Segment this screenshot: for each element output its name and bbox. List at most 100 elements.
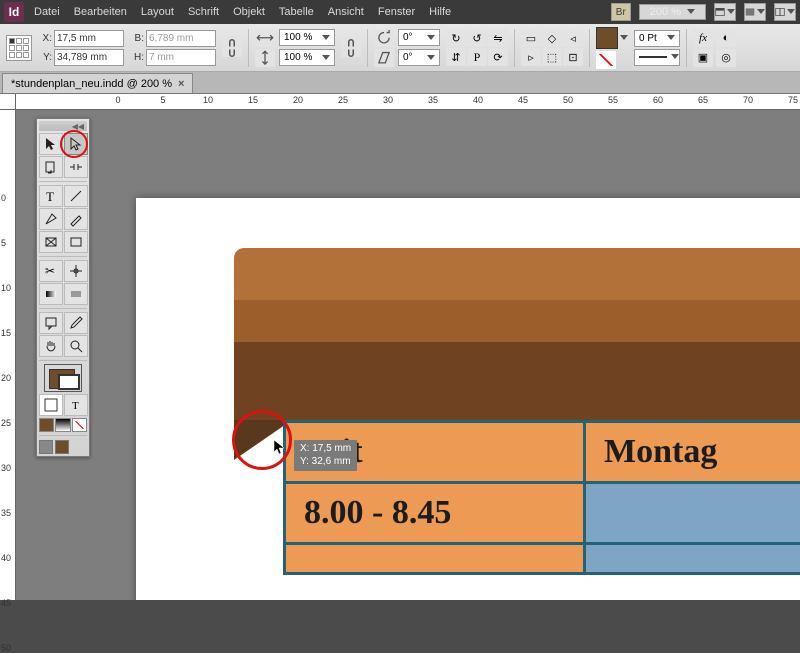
menu-help[interactable]: Hilfe xyxy=(429,6,451,18)
table-header-graphic xyxy=(234,248,800,420)
content-icon[interactable]: ◇ xyxy=(542,29,562,47)
gap-tool[interactable] xyxy=(64,156,88,178)
gradient-feather-tool[interactable] xyxy=(64,283,88,305)
arrange-button[interactable] xyxy=(774,3,796,21)
y-input[interactable]: 34,789 mm xyxy=(54,49,124,66)
normal-view-icon[interactable] xyxy=(39,440,53,454)
chevron-down-icon xyxy=(687,9,695,15)
transform-tool[interactable] xyxy=(64,260,88,282)
fill-stroke-swatch[interactable] xyxy=(44,364,82,392)
annotation-circle-tool xyxy=(60,130,88,158)
panel-grip[interactable]: ◀◀ xyxy=(39,121,87,131)
preview-view-icon[interactable] xyxy=(55,440,69,454)
flip-h-icon[interactable]: ⇋ xyxy=(488,29,508,47)
menu-layout[interactable]: Layout xyxy=(141,6,174,18)
cursor-icon xyxy=(272,438,290,456)
bridge-button[interactable]: Br xyxy=(611,3,631,21)
timetable: Zeit Montag 8.00 - 8.45 xyxy=(283,420,800,575)
rotate-input[interactable]: 0° xyxy=(398,29,440,46)
width-input[interactable]: 6,789 mm xyxy=(146,30,216,47)
note-tool[interactable] xyxy=(39,312,63,334)
pen-tool[interactable] xyxy=(39,208,63,230)
fill-swatch[interactable] xyxy=(596,27,618,49)
fx-icon[interactable]: fx xyxy=(693,29,713,47)
pencil-tool[interactable] xyxy=(64,208,88,230)
loop-icon[interactable]: ⟳ xyxy=(488,48,508,66)
stroke-weight-input[interactable]: 0 Pt xyxy=(634,30,680,47)
rotate-cw-icon[interactable]: ↻ xyxy=(446,29,466,47)
x-label: X: xyxy=(38,33,52,44)
vertical-ruler[interactable]: 05101520253035404550 xyxy=(0,110,16,600)
apply-none-icon[interactable] xyxy=(72,418,87,432)
chevron-down-icon[interactable] xyxy=(620,35,628,41)
cursor-position-tooltip: X: 17,5 mm Y: 32,6 mm xyxy=(294,440,357,471)
gradient-swatch-tool[interactable] xyxy=(39,283,63,305)
canvas[interactable]: Zeit Montag 8.00 - 8.45 X: 17,5 mm Y: 32… xyxy=(16,110,800,600)
horizontal-ruler[interactable]: 0510152025303540455055606570758085 xyxy=(16,94,800,110)
child-icon[interactable]: ⊡ xyxy=(563,48,583,66)
link-wh-icon[interactable] xyxy=(222,39,242,57)
zoom-tool[interactable] xyxy=(64,335,88,357)
no-fill-icon[interactable] xyxy=(596,51,616,69)
line-tool[interactable] xyxy=(64,185,88,207)
color-mode-row xyxy=(39,418,87,432)
menu-object[interactable]: Objekt xyxy=(233,6,265,18)
cell-mon-1 xyxy=(585,483,800,544)
parent-icon[interactable]: ⬚ xyxy=(542,48,562,66)
view-mode-button[interactable] xyxy=(714,3,736,21)
shear-input[interactable]: 0° xyxy=(398,49,440,66)
p-icon[interactable]: P xyxy=(467,48,487,66)
rectangle-frame-tool[interactable] xyxy=(39,231,63,253)
ruler-origin[interactable] xyxy=(0,94,16,110)
link-scale-icon[interactable] xyxy=(341,39,361,57)
menu-window[interactable]: Fenster xyxy=(378,6,415,18)
formatting-container-icon[interactable] xyxy=(39,394,63,416)
menu-type[interactable]: Schrift xyxy=(188,6,219,18)
control-bar: X:17,5 mm Y:34,789 mm B:6,789 mm H:7 mm … xyxy=(0,24,800,72)
wrap-around-icon[interactable]: ◎ xyxy=(716,49,736,67)
zoom-level[interactable]: 200 % xyxy=(639,4,706,20)
cell-time-2 xyxy=(285,544,585,574)
opacity-icon[interactable]: ◐ xyxy=(716,29,736,47)
menu-view[interactable]: Ansicht xyxy=(328,6,364,18)
h-label: H: xyxy=(130,52,144,63)
type-tool[interactable]: T xyxy=(39,185,63,207)
screen-mode-button[interactable] xyxy=(744,3,766,21)
apply-color-icon[interactable] xyxy=(39,418,54,432)
reference-point[interactable] xyxy=(6,35,32,61)
rotate-ccw-icon[interactable]: ↺ xyxy=(467,29,487,47)
scale-x-input[interactable]: 100 % xyxy=(279,29,335,46)
prev-icon[interactable]: ◃ xyxy=(563,29,583,47)
wrap-none-icon[interactable]: ▣ xyxy=(693,49,713,67)
stroke-style-input[interactable] xyxy=(634,49,680,66)
document-tab[interactable]: *stundenplan_neu.indd @ 200 % × xyxy=(2,73,193,93)
chevron-down-icon xyxy=(427,35,435,41)
document-tab-bar: *stundenplan_neu.indd @ 200 % × xyxy=(0,72,800,94)
document-tab-label: *stundenplan_neu.indd @ 200 % xyxy=(11,78,172,90)
menu-file[interactable]: Datei xyxy=(34,6,60,18)
close-icon[interactable]: × xyxy=(178,78,184,90)
formatting-text-icon[interactable]: T xyxy=(64,394,88,416)
next-icon[interactable]: ▹ xyxy=(521,48,541,66)
container-icon[interactable]: ▭ xyxy=(521,29,541,47)
svg-text:T: T xyxy=(46,189,54,204)
rectangle-tool[interactable] xyxy=(64,231,88,253)
w-label: B: xyxy=(130,33,144,44)
menu-table[interactable]: Tabelle xyxy=(279,6,314,18)
main-menu: Datei Bearbeiten Layout Schrift Objekt T… xyxy=(34,6,451,18)
apply-gradient-icon[interactable] xyxy=(55,418,70,432)
app-logo: Id xyxy=(4,2,24,22)
x-input[interactable]: 17,5 mm xyxy=(54,30,124,47)
scale-y-input[interactable]: 100 % xyxy=(279,49,335,66)
height-input[interactable]: 7 mm xyxy=(146,49,216,66)
tools-panel[interactable]: ◀◀ T ✂ T xyxy=(36,118,90,457)
flip-v-icon[interactable]: ⇵ xyxy=(446,48,466,66)
scissors-tool[interactable]: ✂ xyxy=(39,260,63,282)
titlebar: Id Datei Bearbeiten Layout Schrift Objek… xyxy=(0,0,800,24)
hand-tool[interactable] xyxy=(39,335,63,357)
chevron-down-icon xyxy=(757,9,765,15)
eyedropper-tool[interactable] xyxy=(64,312,88,334)
svg-text:✂: ✂ xyxy=(45,264,55,278)
menu-edit[interactable]: Bearbeiten xyxy=(74,6,127,18)
page-tool[interactable] xyxy=(39,156,63,178)
